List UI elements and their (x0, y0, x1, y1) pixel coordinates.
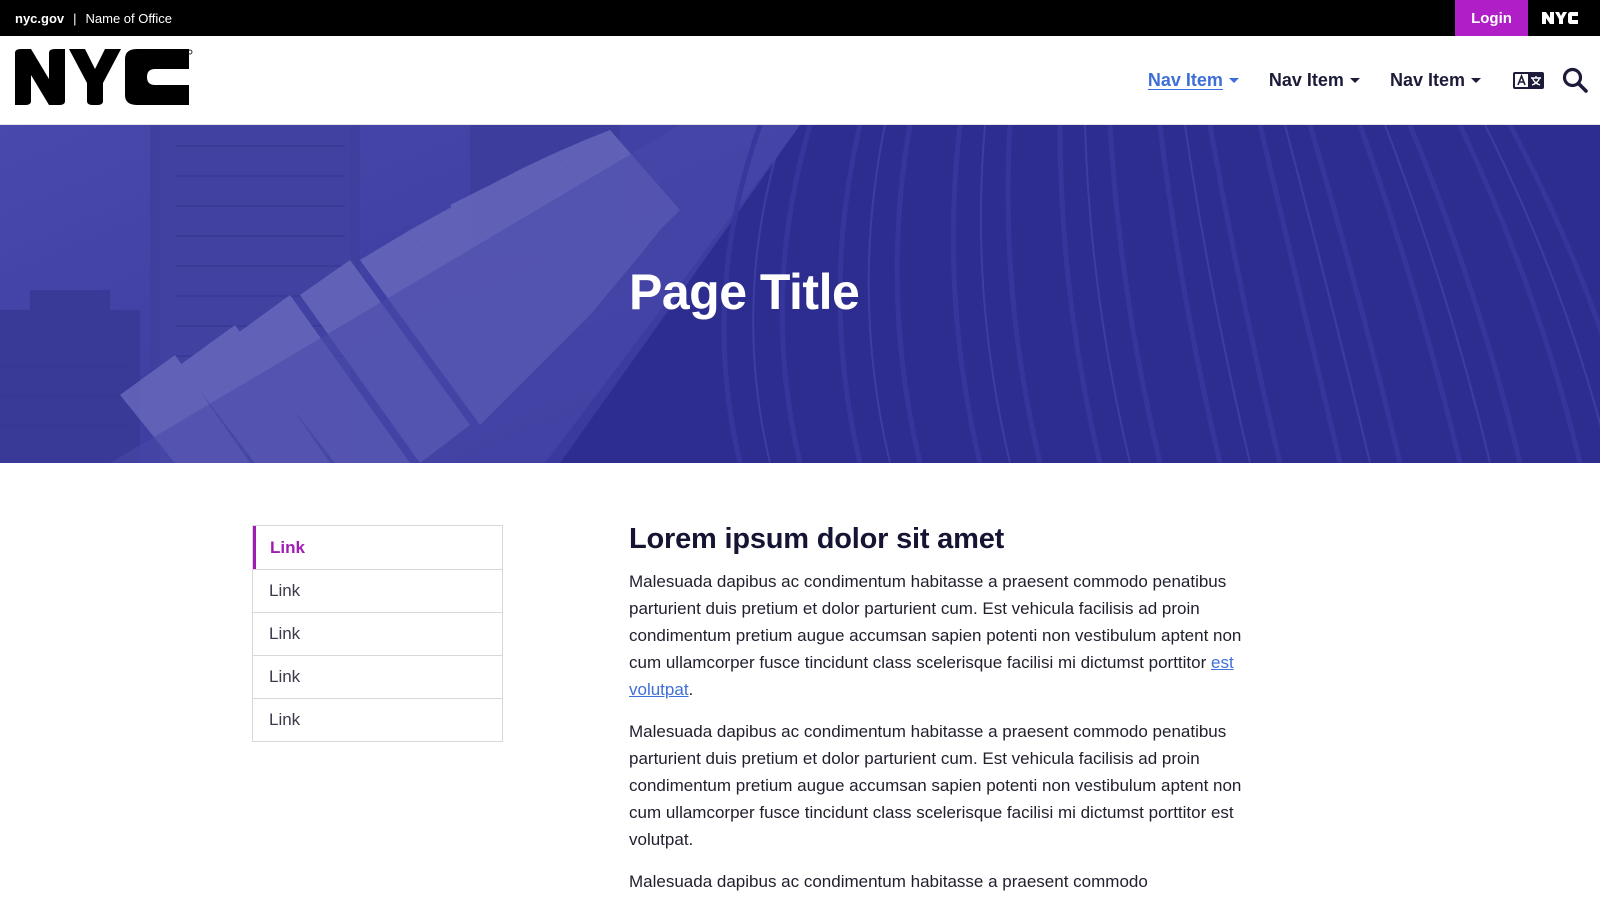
paragraph-1: Malesuada dapibus ac condimentum habitas… (629, 568, 1249, 703)
nyc-mini-logo[interactable] (1528, 0, 1600, 36)
sidenav-link-3[interactable]: Link (253, 612, 502, 655)
main-nav: Nav Item Nav Item Nav Item (1148, 67, 1588, 93)
search-icon[interactable] (1562, 67, 1588, 93)
utility-bar: nyc.gov | Name of Office Login (0, 0, 1600, 36)
sidenav-link-4[interactable]: Link (253, 655, 502, 698)
chevron-down-icon (1349, 77, 1360, 83)
section-heading: Lorem ipsum dolor sit amet (629, 523, 1005, 555)
paragraph-1-end: . (688, 680, 694, 699)
paragraph-2: Malesuada dapibus ac condimentum habitas… (629, 722, 1242, 849)
main-content: Lorem ipsum dolor sit amet Malesuada dap… (629, 523, 1249, 900)
site-identifier: nyc.gov | Name of Office (0, 11, 172, 26)
page-title: Page Title (629, 264, 860, 320)
site-name[interactable]: nyc.gov (15, 11, 64, 26)
nyc-logo[interactable] (15, 48, 193, 114)
nav-item-1[interactable]: Nav Item (1148, 70, 1239, 91)
nav-item-2[interactable]: Nav Item (1269, 70, 1360, 91)
translate-icon[interactable] (1513, 71, 1544, 89)
nav-item-label: Nav Item (1147, 69, 1223, 90)
sidenav-link-1[interactable]: Link (253, 526, 502, 569)
separator: | (73, 10, 77, 26)
nyc-logo-icon (15, 48, 193, 105)
nav-item-label: Nav Item (1268, 69, 1344, 90)
sidenav-link-5[interactable]: Link (253, 698, 502, 741)
sidenav-link-2[interactable]: Link (253, 569, 502, 612)
nyc-mini-logo-icon (1542, 12, 1578, 24)
office-name: Name of Office (85, 10, 172, 26)
nav-item-3[interactable]: Nav Item (1390, 70, 1481, 91)
chevron-down-icon (1471, 77, 1481, 83)
side-navigation: Link Link Link Link Link (252, 525, 503, 742)
chevron-down-icon (1228, 77, 1239, 83)
hero-banner: Page Title (0, 125, 1600, 463)
paragraph-3: Malesuada dapibus ac condimentum habitas… (629, 872, 1148, 891)
paragraph-1-text: Malesuada dapibus ac condimentum habitas… (629, 572, 1242, 672)
site-header: Nav Item Nav Item Nav Item (0, 36, 1600, 125)
login-button[interactable]: Login (1455, 0, 1528, 36)
nav-item-label: Nav Item (1389, 69, 1465, 90)
